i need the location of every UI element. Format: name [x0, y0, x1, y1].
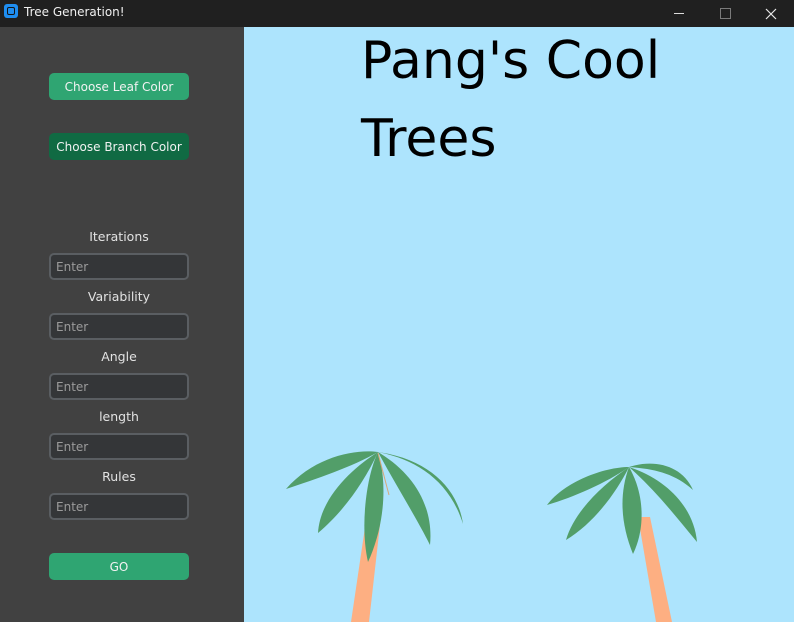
rules-input[interactable] [51, 495, 187, 518]
go-button[interactable]: GO [49, 553, 189, 580]
angle-label: Angle [101, 349, 137, 364]
sidebar: Choose Leaf Color Choose Branch Color It… [0, 27, 244, 622]
right-tree-trunk [638, 517, 672, 622]
right-tree-leaf [622, 467, 642, 554]
close-button[interactable] [748, 0, 794, 27]
variability-label: Variability [87, 289, 151, 304]
tree-canvas[interactable]: Pang's Cool Trees [244, 27, 794, 622]
maximize-icon [719, 8, 731, 19]
iterations-input[interactable] [51, 255, 187, 278]
trees-drawing [286, 451, 697, 622]
left-tree-leaf [378, 452, 431, 545]
variability-field-box [49, 313, 189, 340]
right-palm-tree [547, 463, 697, 622]
angle-field-box [49, 373, 189, 400]
variability-input[interactable] [51, 315, 187, 338]
rules-label: Rules [102, 469, 136, 484]
close-icon [765, 8, 777, 19]
choose-leaf-color-button[interactable]: Choose Leaf Color [49, 73, 189, 100]
maximize-button[interactable] [702, 0, 748, 27]
length-input[interactable] [51, 435, 187, 458]
title-bar[interactable]: Tree Generation! [0, 0, 794, 27]
choose-branch-color-button[interactable]: Choose Branch Color [49, 133, 189, 160]
app-icon [4, 4, 18, 18]
left-palm-tree [286, 451, 463, 622]
window-title: Tree Generation! [24, 5, 125, 19]
minimize-icon [674, 13, 684, 14]
length-field-box [49, 433, 189, 460]
angle-input[interactable] [51, 375, 187, 398]
rules-field-box [49, 493, 189, 520]
minimize-button[interactable] [656, 0, 702, 27]
iterations-label: Iterations [89, 229, 149, 244]
iterations-field-box [49, 253, 189, 280]
app-window: Tree Generation! Choose Leaf Color Choos… [0, 0, 794, 622]
length-label: length [99, 409, 139, 424]
